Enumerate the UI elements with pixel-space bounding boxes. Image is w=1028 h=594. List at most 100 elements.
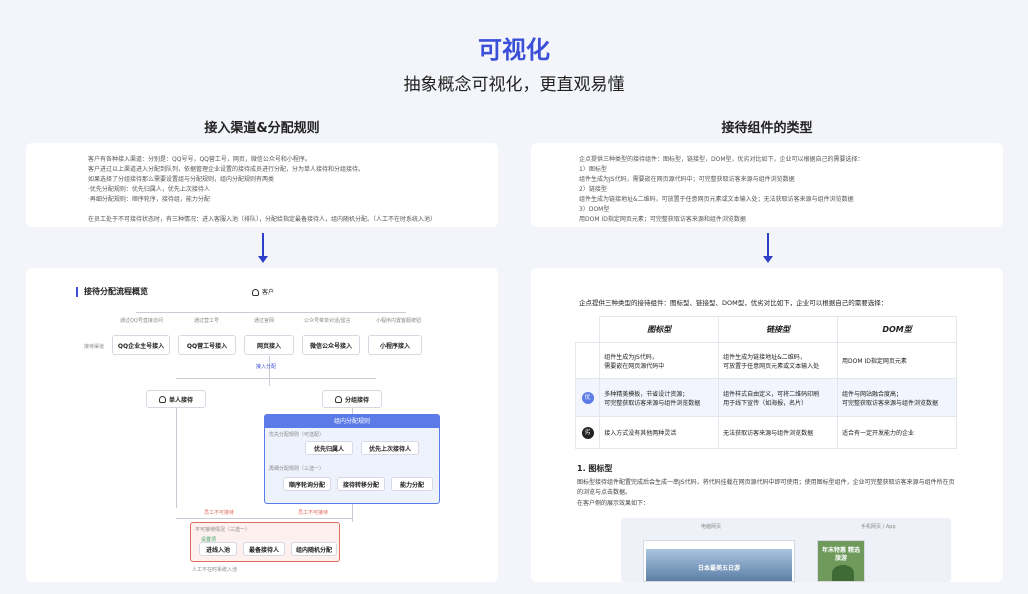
text-line: 客户有各种接入渠道：分别是：QQ号号，QQ营工号，网页，微信公众号和小程序。 [88,156,311,163]
section1-text: 图标型接待组件配置完成后会生成一串JS代码，将代码挂载在网页源代码中即可使用；使… [577,479,955,496]
channel-label: 接待渠道 [84,344,105,350]
title-marker [76,287,78,297]
table-row: 劣 接入方式没有其他两种灵活 无法获取访客来源与组件浏览数据 适合有一定开发能力… [574,416,957,449]
text-line: 如果选择了分组接待那么需要设置组与分配规则，组内分配规则有两类 [88,176,275,183]
mobile-preview: 年末特惠 精选旅游 [817,540,865,582]
group-label: 分组接待 [344,396,369,404]
text-line: 3）DOM型 [579,206,610,213]
tree-image [832,565,854,581]
text-line: ·优先分配规则：优先归属人，优先上次接待人 [88,186,210,193]
preview-left-label: 电脑网页 [701,524,722,530]
table-cell: 多种精美模板，节省设计资源； 可完整获取访客来源与组件浏览数据 [599,378,720,417]
text-line [88,205,498,215]
channel-box: QQ营工号接入 [178,335,236,355]
flow-title: 接待分配流程概览 [84,287,148,296]
single-reception-node: 单人接待 [146,390,206,408]
text-line: 企点提供三种类型的接待组件：图标型，链接型，DOM型，优劣对比如下，企业可以根据… [579,156,864,163]
right-section-heading: 接待组件的类型 [721,121,813,136]
customer-label: 客户 [262,289,275,296]
channel-box: QQ企业主号接入 [112,335,170,355]
text-line: 组件生成为JS代码，需要嵌在网页源代码中；可完整获取访客来源与组件浏览数据 [579,176,795,183]
down-arrow-icon [258,233,268,263]
text-line: 客户进过以上渠道进入分配到队列，依据管理企业设置的接待成员进行分配，分为单人接待… [88,166,365,173]
left-text-card: 客户有各种接入渠道：分别是：QQ号号，QQ营工号，网页，微信公众号和小程序。 客… [26,143,498,227]
channel-box: 网页接入 [244,335,294,355]
table-cell: 无法获取访客来源与组件浏览数据 [718,416,839,449]
channel-box: 小程序接入 [368,335,422,355]
preview-right-label: 手机网页 / App [861,524,896,530]
table-cell: 组件生成为JS代码， 需要嵌在网页源代码中 [599,342,720,379]
channel-note: 小程序内置客服按钮 [376,318,422,324]
channel-note: 公众号菜单对话/留言 [304,318,351,324]
group-rule-box: 组内分配规则 优先分配规则（可选配） 优先归属人 优先上次接待人 再细分配规则（… [264,414,440,504]
group-rule-header: 组内分配规则 [265,415,439,428]
rest-label: 再细分配规则（三选一） [269,466,325,472]
channel-note: 通过官网 [254,318,275,324]
users-icon [334,395,342,403]
comparison-table: 图标型 链接型 DOM型 组件生成为JS代码， 需要嵌在网页源代码中 组件生成为… [574,316,957,449]
text-line: 用DOM ID指定网页元素；可完整获取访客来源和组件浏览数据 [579,216,746,223]
table-cell: 适合有一定开发能力的企业 [837,416,957,449]
off-option-box: 进线入池 [199,542,237,556]
preview-area: 电脑网页 手机网页 / App 日本最美五日游 年末特惠 精选旅游 [621,518,951,582]
off-note: 员工不可接待 [204,510,235,516]
rule-box: 顺序轮询分配 [283,477,331,491]
table-cell: 组件与网站融合度高； 可完整获取访客来源与组件浏览数据 [837,378,957,417]
channel-box: 微信公众号接入 [302,335,360,355]
connector [176,378,376,379]
user-icon [252,289,259,296]
text-line: 在员工处于不可接待状态时，有三种情况：进入客服入池（排队），分配给指定最备接待人… [88,216,437,223]
customer-node: 客户 [252,287,274,296]
page-title: 可视化 [478,36,550,64]
table-cell: 组件生成为链接地址&二维码， 可放置于任意网页元素或文本输入处 [718,342,839,379]
con-badge: 劣 [581,426,594,439]
down-arrow-icon [763,233,773,263]
right-compare-card: 企点提供三种类型的接待组件：图标型、链接型、DOM型，优劣对比如下，企业可以根据… [531,268,1003,582]
left-section-heading: 接入渠道&分配规则 [204,121,320,136]
section1-text2: 在客户侧的展示效果如下： [577,500,650,507]
page-subtitle: 抽象概念可视化，更直观易懂 [403,75,625,95]
right-text-card: 企点提供三种类型的接待组件：图标型，链接型，DOM型，优劣对比如下，企业可以根据… [531,143,1003,227]
text-line: 1）图标型 [579,166,607,173]
section1-title: 1. 图标型 [577,464,613,473]
table-header: 图标型 [599,316,720,343]
table-row: 优 多种精美模板，节省设计资源； 可完整获取访客来源与组件浏览数据 组件样式自由… [574,378,957,417]
left-flow-card: 接待分配流程概览 客户 通过QQ号直接访问 通过营工号 通过官网 公众号菜单对话… [26,268,498,582]
channel-note: 通过QQ号直接访问 [120,318,163,324]
rule-box: 能力分配 [391,477,433,491]
table-header: DOM型 [837,316,957,343]
off-box-label: 不可接待情况（三选一） [195,527,251,533]
off-duty-box: 不可接待情况（三选一） 设置项 进线入池 最备接待人 组内随机分配 [190,522,340,562]
connector [176,408,177,508]
table-header: 链接型 [718,316,839,343]
desktop-preview: 日本最美五日游 [643,540,795,582]
user-icon [158,395,166,403]
text-line: ·再细分配规则：顺序轮序，接待组，能力分配 [88,196,210,203]
text-line: 2）链接型 [579,186,607,193]
table-cell: 组件样式自由定义，可将二维码印刷 用于线下宣传（如海报，名片） [718,378,839,417]
connector [136,312,406,313]
banner-text: 日本最美五日游 [697,565,740,572]
off-option-box: 组内随机分配 [291,542,337,556]
mobile-text: 年末特惠 精选旅游 [821,547,861,562]
table-cell: 接入方式没有其他两种灵活 [599,416,720,449]
compare-intro: 企点提供三种类型的接待组件：图标型、链接型、DOM型，优劣对比如下，企业可以根据… [579,299,888,307]
connector [176,518,352,519]
group-reception-node: 分组接待 [322,390,382,408]
table-cell: 用DOM ID指定网页元素 [837,342,957,379]
rule-box: 优先归属人 [305,441,353,455]
connector [269,356,270,386]
rule-box: 接待转移分配 [337,477,385,491]
rule-box: 优先上次接待人 [361,441,419,455]
single-label: 单人接待 [168,396,193,404]
flow-footer: 人工不在时系统入池 [192,567,238,573]
channel-note: 通过营工号 [194,318,220,324]
pro-badge: 优 [581,391,594,404]
priority-label: 优先分配规则（可选配） [269,432,325,438]
table-row: 组件生成为JS代码， 需要嵌在网页源代码中 组件生成为链接地址&二维码， 可放置… [574,342,957,379]
connector [352,504,353,522]
off-note: 员工不可接待 [298,510,329,516]
off-option-box: 最备接待人 [243,542,285,556]
text-line: 组件生成为链接地址&二维码，可放置于任意网页元素或文本输入处；无法获取访客来源与… [579,196,854,203]
enter-assign-label: 接入分配 [256,364,277,370]
